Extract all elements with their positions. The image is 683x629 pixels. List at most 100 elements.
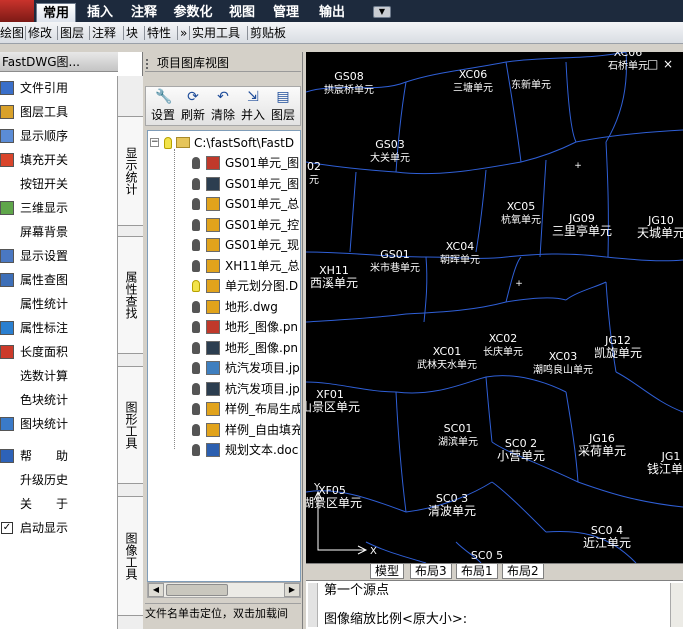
bulb-icon[interactable] — [192, 239, 200, 251]
unit-boundary — [306, 375, 567, 394]
menu-item-10[interactable]: 属性统计 — [0, 292, 116, 316]
display-settings-icon — [0, 249, 14, 263]
toolbar-item-9[interactable]: 剪贴板 — [250, 25, 286, 41]
bulb-icon[interactable] — [192, 403, 200, 415]
toolbar-item-7[interactable]: » — [180, 25, 187, 41]
menu-item-12[interactable]: 长度面积 — [0, 340, 116, 364]
scroll-thumb[interactable] — [166, 584, 228, 596]
bulb-icon[interactable] — [192, 362, 200, 374]
file-icon — [206, 258, 220, 273]
scroll-left-icon[interactable]: ◀ — [148, 583, 164, 597]
menu-item-9[interactable]: 属性查图 — [0, 268, 116, 292]
ribbon-tab-7[interactable]: 输出 — [312, 3, 352, 22]
bulb-icon[interactable] — [192, 280, 200, 292]
menu-item-17[interactable]: 升级历史 — [0, 468, 116, 492]
file-icon — [206, 197, 220, 211]
collapse-icon[interactable]: − — [150, 138, 159, 147]
command-scrollbar[interactable] — [670, 583, 683, 627]
menu-item-6[interactable]: 三维显示 — [0, 196, 116, 220]
menu-item-1[interactable]: 文件引用 — [0, 76, 116, 100]
menu-item-4[interactable]: 填充开关 — [0, 148, 116, 172]
layout-tab-1[interactable]: 模型 — [370, 564, 405, 579]
menu-item-label: 显示顺序 — [20, 129, 69, 143]
point-marker-icon: + — [574, 161, 582, 171]
toolbar-item-6[interactable]: 特性 — [147, 25, 171, 41]
menu-item-2[interactable]: 图层工具 — [0, 100, 116, 124]
layout-tab-3[interactable]: 布局1 — [456, 564, 498, 579]
command-prompt[interactable]: 图像缩放比例<原大小>: — [324, 611, 467, 629]
ribbon-tab-2[interactable]: 插入 — [80, 3, 120, 22]
command-line[interactable]: 第一个源点 图像缩放比例<原大小>: — [306, 580, 683, 629]
toolbar-item-5[interactable]: 块 — [126, 25, 138, 41]
block-stats-icon — [0, 417, 14, 431]
menu-item-3[interactable]: 显示顺序 — [0, 124, 116, 148]
bulb-icon[interactable] — [192, 321, 200, 333]
vertical-tab-1[interactable]: 显示统计 — [118, 116, 143, 226]
tree-horizontal-scrollbar[interactable]: ◀ ▶ — [147, 582, 301, 598]
unit-name-label: 湖景区单元 — [306, 495, 362, 510]
ribbon-dropdown-icon[interactable]: ▼ — [373, 6, 391, 18]
menu-item-7[interactable]: 屏幕背景 — [0, 220, 116, 244]
menu-item-14[interactable]: 色块统计 — [0, 388, 116, 412]
vertical-tab-2[interactable]: 属性查找 — [118, 236, 143, 354]
restore-icon[interactable]: □ — [647, 58, 658, 70]
unit-code-label: XC05 — [507, 200, 535, 213]
toolbar-item-2[interactable]: 修改 — [28, 25, 52, 41]
command-grip[interactable] — [308, 583, 318, 627]
bulb-icon[interactable] — [192, 382, 200, 395]
ribbon-tab-1[interactable]: 常用 — [36, 3, 76, 22]
menu-item-5[interactable]: 按钮开关 — [0, 172, 116, 196]
toolbar-item-8[interactable]: 实用工具 — [192, 25, 240, 41]
bulb-icon[interactable] — [164, 137, 172, 149]
scroll-right-icon[interactable]: ▶ — [284, 583, 300, 597]
tree-file-label: 地形.dwg — [225, 299, 278, 314]
unit-code-label: XC02 — [489, 332, 517, 345]
unit-name-label: 武林天水单元 — [417, 358, 477, 371]
vertical-tab-4[interactable]: 图像工具 — [118, 496, 143, 616]
map-svg: XC06石桥单元东新单元GS08拱宸桥单元XC06三塘单元GS03大关单元XC0… — [306, 52, 683, 563]
unit-name-label: 杭氧单元 — [501, 213, 541, 226]
project-button-3[interactable]: ↶ 清除 — [208, 89, 238, 123]
bulb-icon[interactable] — [192, 341, 200, 354]
project-button-4[interactable]: ⇲ 并入 — [238, 89, 268, 123]
fastdwg-panel-title[interactable]: FastDWG图... — [0, 52, 118, 72]
menu-item-8[interactable]: 显示设置 — [0, 244, 116, 268]
bulb-icon[interactable] — [192, 198, 200, 210]
menu-item-13[interactable]: 选数计算 — [0, 364, 116, 388]
project-button-5[interactable]: ▤ 图层 — [268, 89, 298, 123]
menu-item-11[interactable]: 属性标注 — [0, 316, 116, 340]
project-button-2[interactable]: ⟳ 刷新 — [178, 89, 208, 123]
vertical-tab-3[interactable]: 图形工具 — [118, 366, 143, 484]
ribbon-tab-4[interactable]: 参数化 — [168, 3, 218, 22]
drawing-canvas[interactable]: XC06 石桥单元 东新单元 GS08 拱宸桥单元 XC06 三塘单元 GS03 大关单元 XC0… — [306, 52, 683, 563]
layout-tab-4[interactable]: 布局2 — [502, 564, 544, 579]
bulb-icon[interactable] — [192, 157, 200, 169]
ribbon-tab-5[interactable]: 视图 — [222, 3, 262, 22]
bulb-icon[interactable] — [192, 259, 200, 272]
bulb-icon[interactable] — [192, 218, 200, 231]
toolbar-item-1[interactable]: 绘图 — [0, 25, 24, 41]
toolbar-item-4[interactable]: 注释 — [92, 25, 116, 41]
tree-file-label: GS01单元_现 — [225, 238, 300, 252]
menu-item-18[interactable]: 关 于 — [0, 492, 116, 516]
app-logo[interactable] — [0, 0, 34, 22]
project-button-label: 设置 — [150, 108, 175, 122]
bulb-icon[interactable] — [192, 300, 200, 313]
ribbon-tab-3[interactable]: 注释 — [124, 3, 164, 22]
bulb-icon[interactable] — [192, 444, 200, 456]
menu-item-label: 屏幕背景 — [20, 225, 69, 239]
bulb-icon[interactable] — [192, 177, 200, 190]
bulb-icon[interactable] — [192, 423, 200, 436]
menu-item-15[interactable]: 图块统计 — [0, 412, 116, 436]
menu-item-16[interactable]: 帮 助 — [0, 444, 116, 468]
menu-gap — [0, 436, 116, 444]
close-icon[interactable]: × — [663, 58, 673, 70]
layout-tab-2[interactable]: 布局3 — [410, 564, 452, 579]
menu-item-19[interactable]: ✓ 启动显示 — [0, 516, 116, 540]
project-button-1[interactable]: 🔧 设置 — [148, 89, 178, 123]
ribbon-tab-6[interactable]: 管理 — [266, 3, 306, 22]
grip-icon[interactable] — [146, 59, 152, 69]
unit-boundary — [423, 256, 428, 323]
toolbar-item-3[interactable]: 图层 — [60, 25, 84, 41]
startup-checkbox-icon[interactable]: ✓ — [1, 522, 13, 534]
